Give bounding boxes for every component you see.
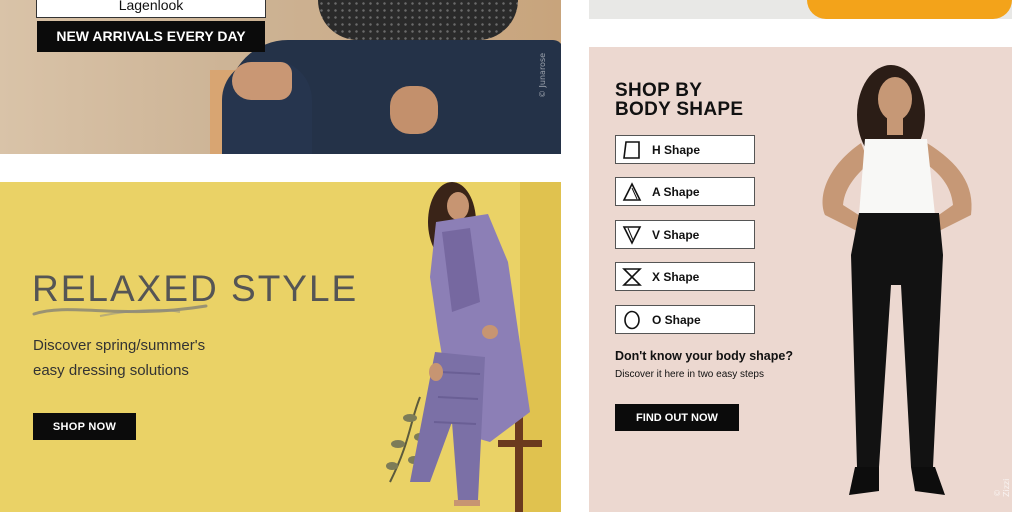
body-shape-question-subtext: Discover it here in two easy steps xyxy=(615,369,764,380)
model-hand-graphic xyxy=(232,62,292,100)
h-shape-icon xyxy=(621,139,643,161)
x-shape-button[interactable]: X Shape xyxy=(615,262,755,291)
yellow-garment-graphic xyxy=(807,0,1012,19)
image-watermark: © Junarose xyxy=(538,52,547,98)
relaxed-style-subtitle-line1: Discover spring/summer's xyxy=(33,337,206,354)
new-arrivals-banner[interactable]: Lagenlook NEW ARRIVALS EVERY DAY © Junar… xyxy=(0,0,561,154)
shape-label: A Shape xyxy=(652,184,700,199)
model-white-top-black-jeans-image xyxy=(822,65,972,495)
cropped-promo-banner[interactable] xyxy=(589,0,1012,19)
a-shape-icon xyxy=(621,181,643,203)
body-shape-panel: SHOP BY BODY SHAPE H Shape A Shape V Sha… xyxy=(589,47,1012,512)
h-shape-button[interactable]: H Shape xyxy=(615,135,755,164)
model-top-graphic xyxy=(318,0,518,40)
relaxed-style-subtitle-line2: easy dressing solutions xyxy=(33,362,189,379)
v-shape-icon xyxy=(621,224,643,246)
find-out-now-button[interactable]: FIND OUT NOW xyxy=(615,404,739,431)
model-hand-graphic xyxy=(390,86,438,134)
relaxed-style-banner[interactable]: RELAXED STYLE Discover spring/summer's e… xyxy=(0,182,561,512)
shape-label: O Shape xyxy=(652,312,701,327)
new-arrivals-button[interactable]: NEW ARRIVALS EVERY DAY xyxy=(37,21,265,52)
o-shape-button[interactable]: O Shape xyxy=(615,305,755,334)
x-shape-icon xyxy=(621,266,643,288)
body-shape-heading-line1: SHOP BY xyxy=(615,80,703,101)
shape-label: X Shape xyxy=(652,269,700,284)
brush-swoosh-graphic xyxy=(32,304,208,317)
v-shape-button[interactable]: V Shape xyxy=(615,220,755,249)
body-shape-question: Don't know your body shape? xyxy=(615,349,793,363)
body-shape-heading: SHOP BY BODY SHAPE xyxy=(615,81,743,119)
image-copyright: © Zizzi xyxy=(993,478,1011,497)
o-shape-icon xyxy=(621,309,643,331)
model-lilac-outfit-image xyxy=(386,182,542,512)
shop-now-button[interactable]: SHOP NOW xyxy=(33,413,136,440)
body-shape-heading-line2: BODY SHAPE xyxy=(615,99,744,120)
shape-label: H Shape xyxy=(652,142,701,157)
a-shape-button[interactable]: A Shape xyxy=(615,177,755,206)
lagenlook-button[interactable]: Lagenlook xyxy=(36,0,266,18)
shape-label: V Shape xyxy=(652,227,700,242)
